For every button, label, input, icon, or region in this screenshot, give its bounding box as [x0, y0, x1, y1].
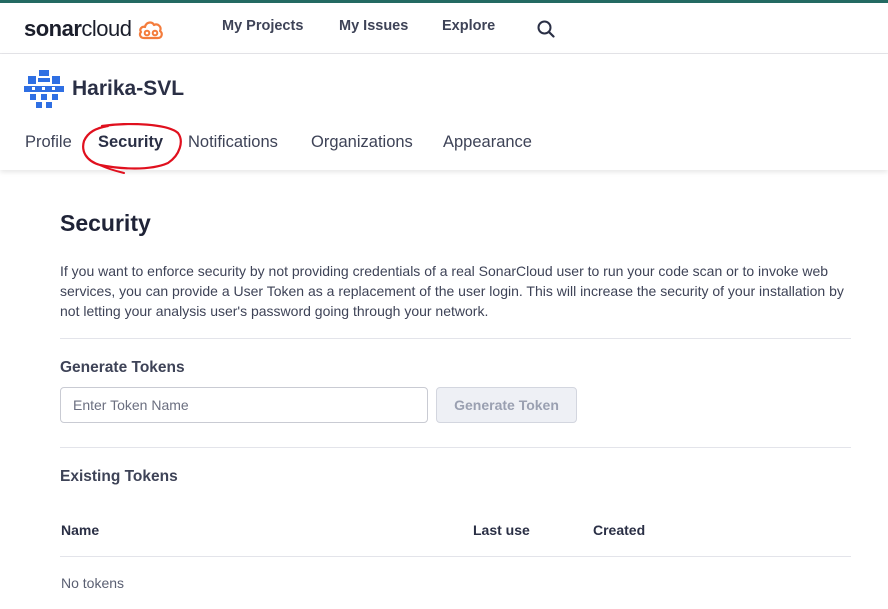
nav-my-projects[interactable]: My Projects [222, 18, 303, 34]
table-header-divider [60, 556, 851, 557]
divider [60, 447, 851, 448]
avatar [24, 70, 64, 115]
profile-header: Harika-SVL Profile Security Notification… [0, 54, 888, 170]
top-navigation-bar: sonar cloud My Projects My Issues Explore [0, 0, 888, 54]
empty-tokens-message: No tokens [61, 575, 125, 591]
nav-explore[interactable]: Explore [442, 18, 495, 34]
token-name-input[interactable] [60, 387, 428, 423]
security-description: If you want to enforce security by not p… [60, 263, 844, 319]
logo-text-sonar: sonar [24, 16, 82, 41]
tab-organizations[interactable]: Organizations [311, 133, 413, 152]
sonarcloud-logo[interactable]: sonar cloud [24, 16, 164, 42]
tab-profile[interactable]: Profile [25, 133, 72, 152]
nav-my-issues[interactable]: My Issues [339, 18, 408, 34]
tab-notifications[interactable]: Notifications [188, 133, 278, 152]
generate-token-button[interactable]: Generate Token [436, 387, 577, 423]
generate-tokens-title: Generate Tokens [60, 359, 185, 376]
logo-text-cloud: cloud [81, 16, 132, 41]
user-name: Harika-SVL [72, 77, 185, 100]
column-header-name: Name [61, 522, 100, 538]
existing-tokens-title: Existing Tokens [60, 468, 178, 485]
cloud-logo-icon [138, 21, 163, 40]
divider [60, 338, 851, 339]
column-header-last-use: Last use [473, 522, 530, 538]
tab-security[interactable]: Security [98, 133, 163, 152]
tab-appearance[interactable]: Appearance [443, 133, 532, 152]
page-title: Security [60, 210, 151, 236]
column-header-created: Created [593, 522, 646, 538]
search-icon[interactable] [537, 20, 555, 43]
